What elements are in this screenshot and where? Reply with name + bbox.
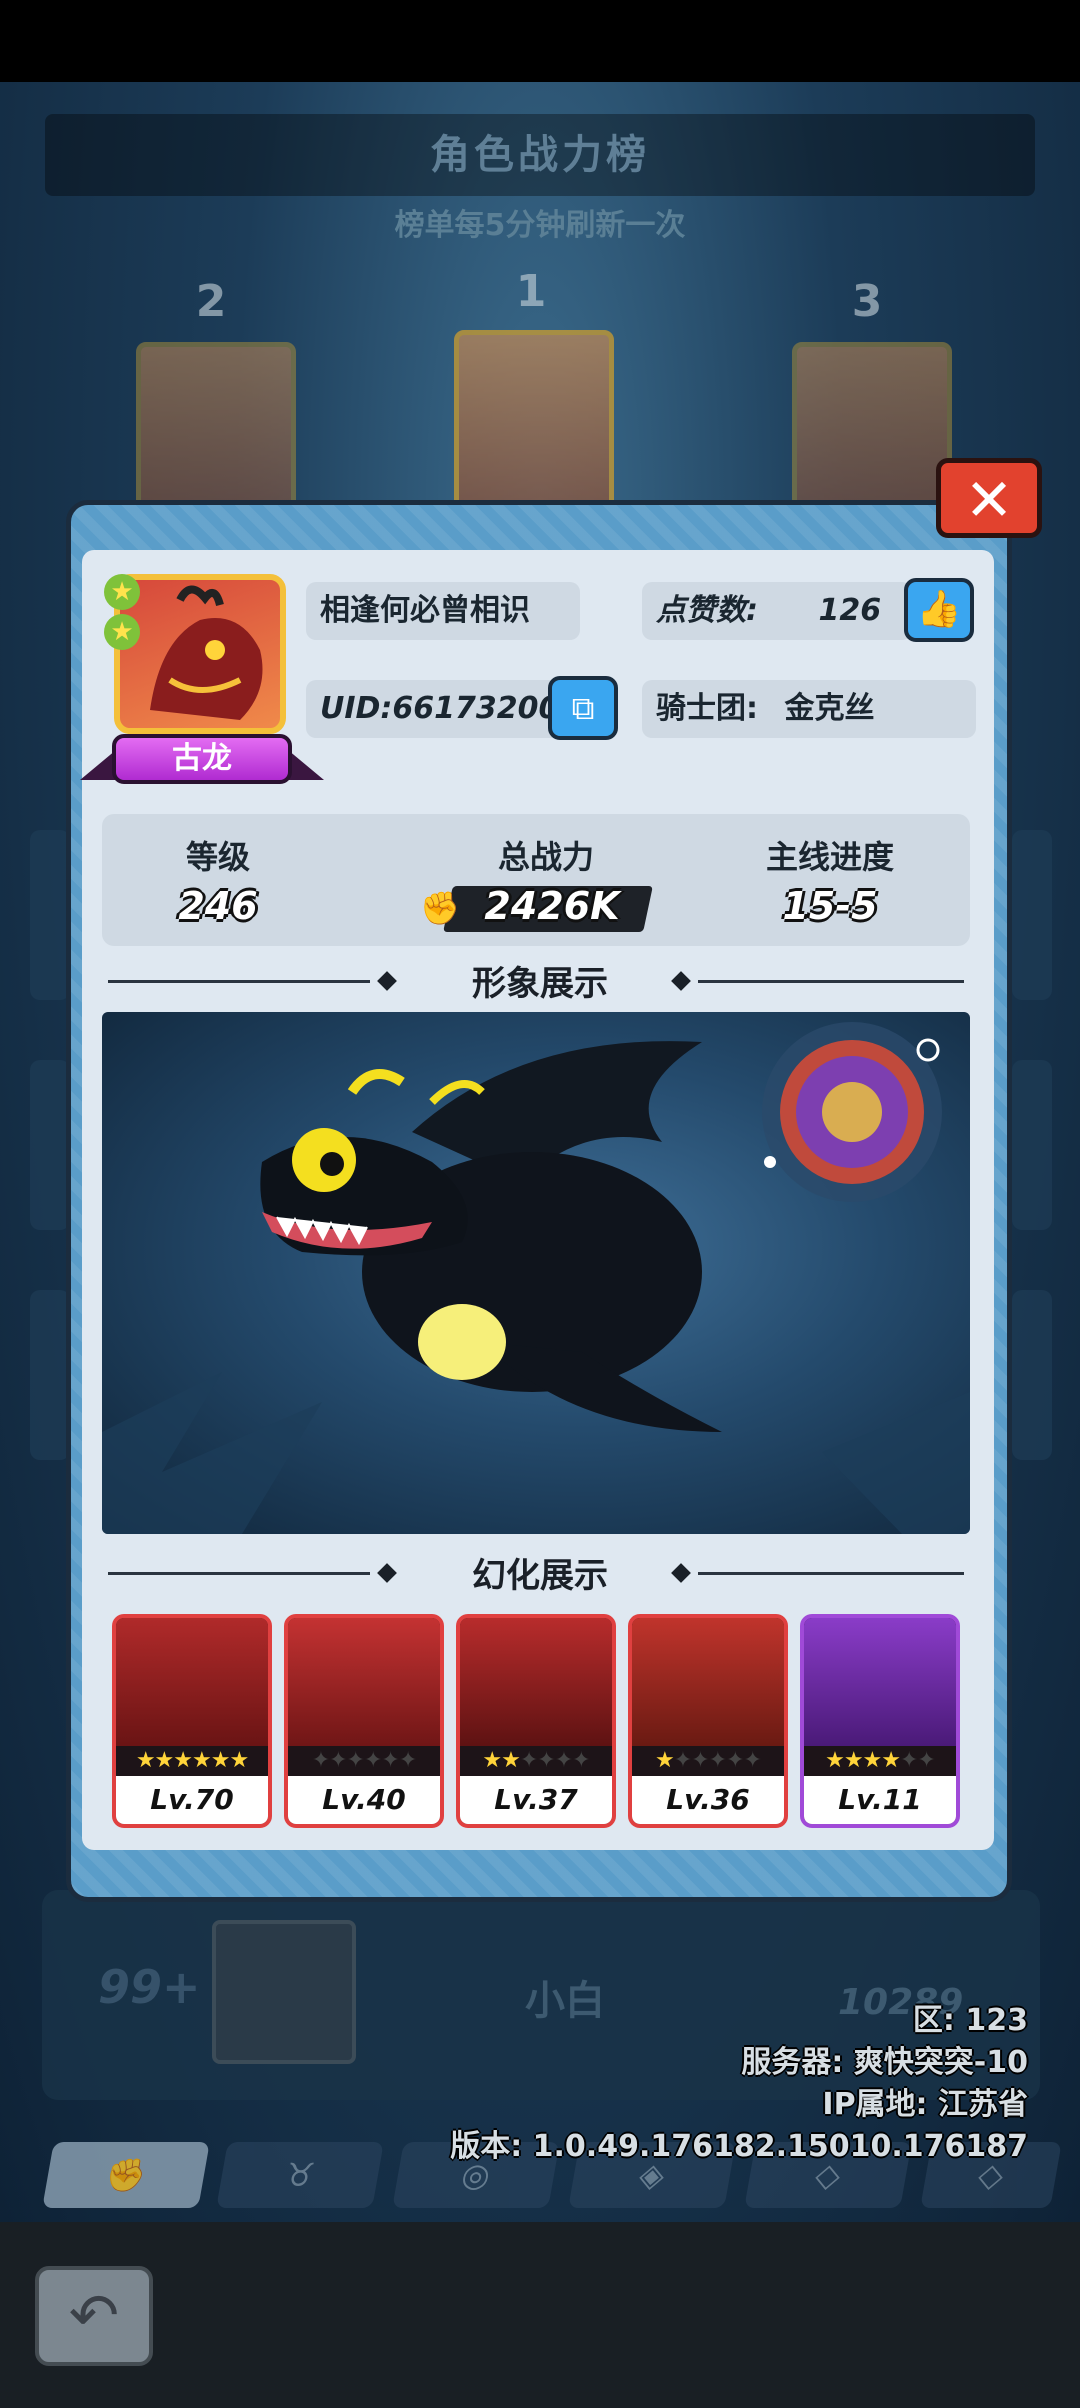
fist-icon: ✊ — [420, 889, 460, 927]
character-name-badge: 古龙 — [112, 734, 292, 784]
skin-level: Lv.11 — [804, 1776, 956, 1824]
skin-stars: ★★★★★★ — [116, 1746, 268, 1776]
podium-rank-1: 1 — [515, 266, 547, 317]
side-panel-ghost — [1012, 1060, 1052, 1230]
ip-location-text: IP属地: 江苏省 — [822, 2087, 1028, 2122]
skin-level: Lv.36 — [632, 1776, 784, 1824]
side-panel-ghost — [30, 1060, 70, 1230]
likes-field: 点赞数: 126 — [642, 582, 912, 640]
version-text: 版本: 1.0.49.176182.15010.176187 — [450, 2129, 1028, 2164]
my-avatar — [212, 1920, 356, 2064]
power-value: 2426K — [484, 884, 620, 928]
server-text: 服务器: 爽快突突-10 — [741, 2045, 1028, 2080]
level-value: 246 — [178, 884, 258, 928]
skin-level: Lv.37 — [460, 1776, 612, 1824]
uid-field: UID:661732002 — [306, 680, 580, 738]
skin-stars: ★✦✦✦✦✦ — [632, 1746, 784, 1776]
skin-card-5[interactable]: ★★★★✦✦ Lv.11 — [800, 1614, 960, 1828]
copy-icon: ⧉ — [571, 689, 595, 727]
leaderboard-subtitle: 榜单每5分钟刷新一次 — [394, 208, 686, 243]
player-avatar[interactable] — [114, 574, 286, 734]
power-label: 总战力 — [497, 838, 594, 876]
skin-level: Lv.70 — [116, 1776, 268, 1824]
progress-label: 主线进度 — [765, 838, 894, 876]
tab-bull[interactable]: ♉ — [216, 2142, 384, 2208]
guild-value: 金克丝 — [784, 691, 875, 726]
like-button[interactable]: 👍 — [904, 578, 974, 642]
skin-stars: ★★✦✦✦✦ — [460, 1746, 612, 1776]
podium-rank-3: 3 — [851, 276, 883, 327]
leaderboard-title: 角色战力榜 — [45, 114, 1035, 196]
skin-card-2[interactable]: ✦✦✦✦✦✦ Lv.40 — [284, 1614, 444, 1828]
skin-portrait — [460, 1618, 612, 1746]
close-button[interactable]: ✕ — [936, 458, 1042, 538]
skin-portrait — [804, 1618, 956, 1746]
level-label: 等级 — [185, 838, 250, 876]
skin-stars: ✦✦✦✦✦✦ — [288, 1746, 440, 1776]
server-info: 区: 123 服务器: 爽快突突-10 IP属地: 江苏省 版本: 1.0.49… — [450, 2000, 1028, 2168]
player-nickname: 相逢何必曾相识 — [306, 582, 580, 640]
back-arrow-icon: ↶ — [68, 2281, 120, 2351]
my-rank-number: 99+ — [98, 1960, 201, 2014]
side-panel-ghost — [30, 1290, 70, 1460]
skin-card-4[interactable]: ★✦✦✦✦✦ Lv.36 — [628, 1614, 788, 1828]
back-button[interactable]: ↶ — [35, 2266, 153, 2366]
status-bar — [0, 0, 1080, 82]
uid-label: UID: — [320, 691, 393, 726]
divider-line — [698, 1572, 964, 1575]
skin-portrait — [288, 1618, 440, 1746]
skin-portrait — [632, 1618, 784, 1746]
guild-label: 骑士团: — [656, 691, 758, 726]
skin-level: Lv.40 — [288, 1776, 440, 1824]
skin-card-3[interactable]: ★★✦✦✦✦ Lv.37 — [456, 1614, 616, 1828]
progress-value: 15-5 — [782, 884, 878, 928]
thumbs-up-icon: 👍 — [916, 589, 962, 630]
likes-value: 126 — [818, 593, 882, 628]
guild-field: 骑士团: 金克丝 — [642, 680, 976, 738]
dragon-illustration — [102, 1022, 970, 1534]
skin-portrait — [116, 1618, 268, 1746]
skin-stars: ★★★★✦✦ — [804, 1746, 956, 1776]
star-icon: ★ — [104, 574, 140, 610]
divider-line — [698, 980, 964, 983]
tab-power[interactable]: ✊ — [42, 2142, 210, 2208]
character-showcase — [102, 1012, 970, 1534]
skin-card-1[interactable]: ★★★★★★ Lv.70 — [112, 1614, 272, 1828]
copy-uid-button[interactable]: ⧉ — [548, 676, 618, 740]
zone-text: 区: 123 — [912, 2003, 1028, 2038]
likes-label: 点赞数: — [656, 593, 758, 628]
dragon-portrait — [150, 585, 263, 720]
close-icon: ✕ — [964, 466, 1014, 534]
podium-rank-2: 2 — [195, 276, 227, 327]
star-icon: ★ — [104, 614, 140, 650]
side-panel-ghost — [1012, 1290, 1052, 1460]
bottom-bar — [0, 2222, 1080, 2408]
